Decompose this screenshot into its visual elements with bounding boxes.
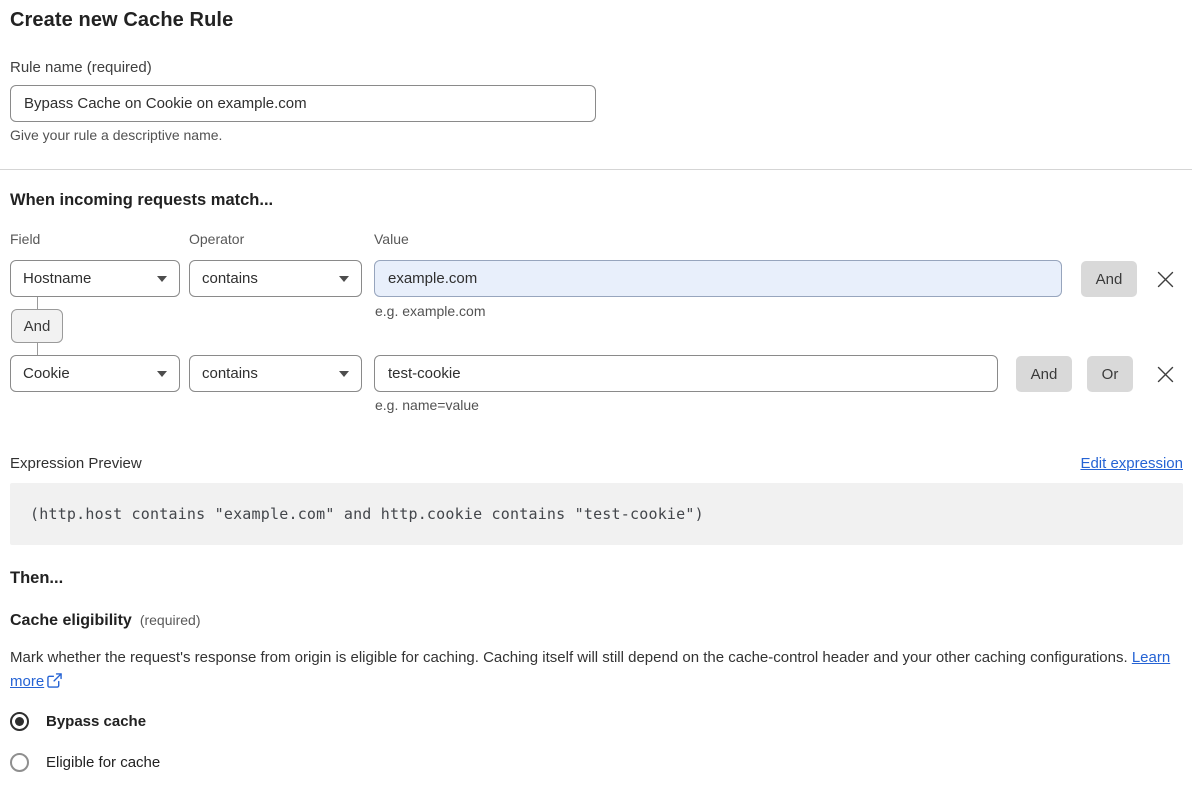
remove-condition-row1-button[interactable] bbox=[1154, 268, 1176, 290]
connector-line-bottom bbox=[37, 343, 38, 355]
page-title: Create new Cache Rule bbox=[10, 9, 234, 31]
value-input-row2[interactable] bbox=[374, 355, 998, 392]
radio-option-bypass-cache[interactable]: Bypass cache bbox=[10, 712, 146, 731]
radio-button-unselected[interactable] bbox=[10, 753, 29, 772]
close-icon bbox=[1157, 271, 1173, 287]
expression-preview-code-block: (http.host contains "example.com" and ht… bbox=[10, 483, 1183, 545]
radio-label-eligible-for-cache: Eligible for cache bbox=[46, 754, 161, 771]
or-button-row2[interactable]: Or bbox=[1087, 356, 1133, 392]
expression-code: (http.host contains "example.com" and ht… bbox=[30, 505, 704, 523]
external-link-icon bbox=[47, 673, 62, 688]
field-select-row1[interactable]: Hostname bbox=[10, 260, 180, 297]
value-input-row1[interactable] bbox=[374, 260, 1062, 297]
value-hint-row2: e.g. name=value bbox=[375, 397, 479, 413]
and-button-row1[interactable]: And bbox=[1081, 261, 1137, 297]
chevron-down-icon bbox=[339, 370, 349, 377]
radio-label-bypass-cache: Bypass cache bbox=[46, 713, 147, 730]
create-cache-rule-page: Create new Cache Rule Rule name (require… bbox=[0, 0, 1200, 793]
column-label-value: Value bbox=[374, 231, 409, 247]
rule-name-label: Rule name (required) bbox=[10, 59, 152, 76]
cache-eligibility-heading: Cache eligibility bbox=[10, 612, 132, 629]
operator-select-row1[interactable]: contains bbox=[189, 260, 362, 297]
description-text: Mark whether the request's response from… bbox=[10, 649, 1128, 666]
section-divider bbox=[0, 169, 1192, 170]
cache-eligibility-heading-row: Cache eligibility (required) bbox=[10, 612, 201, 630]
connector-line-top bbox=[37, 297, 38, 309]
required-note: (required) bbox=[139, 612, 201, 628]
radio-option-eligible-for-cache[interactable]: Eligible for cache bbox=[10, 753, 160, 772]
chevron-down-icon bbox=[157, 370, 167, 377]
operator-select-row2[interactable]: contains bbox=[189, 355, 362, 392]
rule-name-helper: Give your rule a descriptive name. bbox=[10, 127, 223, 143]
column-label-operator: Operator bbox=[189, 231, 245, 247]
expression-preview-label: Expression Preview bbox=[10, 455, 142, 472]
edit-expression-link[interactable]: Edit expression bbox=[1080, 455, 1183, 472]
cache-eligibility-description: Mark whether the request's response from… bbox=[10, 646, 1175, 694]
close-icon bbox=[1157, 366, 1173, 382]
value-hint-row1: e.g. example.com bbox=[375, 303, 486, 319]
field-select-row2-value: Cookie bbox=[23, 365, 70, 382]
connector-and-button[interactable]: And bbox=[11, 309, 63, 343]
chevron-down-icon bbox=[339, 275, 349, 282]
field-select-row2[interactable]: Cookie bbox=[10, 355, 180, 392]
rule-name-input[interactable] bbox=[10, 85, 596, 122]
match-section-heading: When incoming requests match... bbox=[10, 191, 274, 209]
operator-select-row2-value: contains bbox=[202, 365, 258, 382]
field-select-row1-value: Hostname bbox=[23, 270, 92, 287]
remove-condition-row2-button[interactable] bbox=[1154, 363, 1176, 385]
chevron-down-icon bbox=[157, 275, 167, 282]
and-button-row2[interactable]: And bbox=[1016, 356, 1072, 392]
then-heading: Then... bbox=[10, 569, 64, 587]
operator-select-row1-value: contains bbox=[202, 270, 258, 287]
column-label-field: Field bbox=[10, 231, 41, 247]
radio-button-selected[interactable] bbox=[10, 712, 29, 731]
